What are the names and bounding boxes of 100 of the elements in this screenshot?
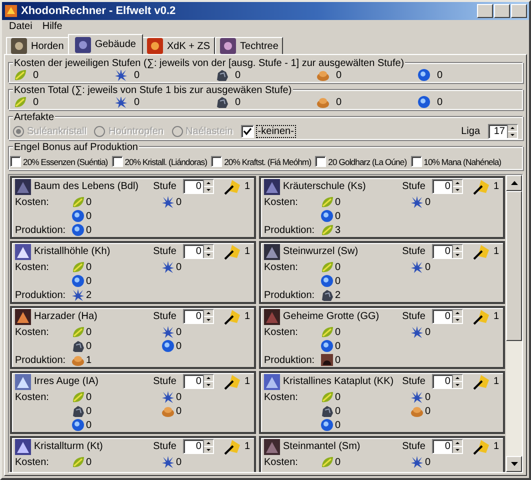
resource-value: 0 — [335, 354, 341, 366]
building-icon — [264, 374, 280, 390]
building-icon — [264, 178, 280, 194]
option-label: 20% Kraftst. (Fiá Meóhm) — [224, 156, 312, 166]
level-label: Stufe — [153, 376, 176, 387]
building-name: Kristallturm (Kt) — [34, 441, 104, 452]
resource-value: 0 — [335, 340, 341, 352]
checkbox[interactable] — [410, 156, 422, 167]
tab-icon — [11, 38, 27, 54]
crystal-icon — [161, 325, 175, 339]
tab[interactable]: XdK + ZS — [142, 37, 216, 54]
costs-label: Kosten: — [15, 456, 50, 468]
up-arrow-icon — [510, 180, 518, 186]
close-button[interactable] — [511, 4, 527, 18]
tool-icon — [472, 178, 490, 194]
orb-icon — [320, 274, 334, 288]
count-value: 1 — [244, 441, 250, 452]
crystal-icon — [114, 68, 128, 82]
count-value: 1 — [493, 376, 499, 387]
checkbox[interactable] — [10, 156, 21, 167]
building-name: Kristallines Kataplut (KK) — [283, 376, 395, 387]
resource-value: 0 — [86, 224, 92, 236]
nugget-icon — [316, 95, 330, 109]
resource-value: 2 — [86, 290, 92, 300]
production-label: Produktion: — [15, 354, 67, 366]
resource-value: 0 — [86, 340, 92, 352]
minimize-button[interactable] — [477, 4, 493, 18]
menu-item[interactable]: Hilfe — [37, 20, 68, 33]
crystal-icon — [161, 455, 175, 469]
tab-icon — [74, 36, 91, 52]
menu-item[interactable]: Datei — [4, 20, 38, 33]
orb-icon — [320, 418, 334, 432]
level-label: Stufe — [402, 181, 426, 192]
maximize-button[interactable] — [494, 4, 510, 18]
tab[interactable]: Techtree — [215, 37, 284, 54]
resource-value: 0 — [335, 392, 341, 402]
costs-label: Kosten: — [15, 392, 50, 402]
crystal-icon — [410, 455, 424, 469]
scroll-thumb[interactable] — [506, 191, 522, 341]
leaf-icon — [320, 325, 334, 339]
count-value: 1 — [493, 441, 499, 452]
resource-value: 0 — [86, 456, 92, 468]
resource-value: 0 — [335, 196, 341, 208]
down-arrow-icon — [510, 461, 518, 467]
nugget-icon — [161, 404, 175, 418]
resource-value: 0 — [335, 210, 341, 222]
tool-icon — [472, 438, 490, 454]
building-icon — [264, 308, 280, 324]
rock-icon — [71, 339, 85, 353]
resource-value: 0 — [235, 96, 241, 108]
checkbox[interactable] — [112, 156, 123, 167]
costs-label: Kosten: — [15, 196, 50, 208]
crystal-icon — [410, 260, 424, 274]
scroll-up-button[interactable] — [506, 175, 522, 191]
resource-value: 0 — [176, 392, 182, 402]
resource-value: 0 — [437, 96, 443, 108]
level-label: Stufe — [153, 246, 176, 257]
option-label: 20 Goldharz (La Oúne) — [328, 156, 407, 166]
resource-value: 0 — [336, 96, 342, 108]
checkbox[interactable] — [240, 124, 254, 138]
level-label: Stufe — [402, 311, 426, 322]
resource-value: 0 — [425, 196, 431, 208]
tool-icon — [223, 308, 242, 324]
building-icon — [264, 244, 280, 260]
tab[interactable]: Gebäude — [68, 34, 143, 54]
rock-icon — [71, 404, 85, 418]
costs-label: Kosten: — [264, 262, 299, 272]
cave-icon — [320, 353, 334, 367]
level-label: Stufe — [153, 181, 176, 192]
tab-icon — [146, 38, 163, 54]
tab[interactable]: Horden — [6, 37, 69, 54]
count-value: 1 — [244, 181, 250, 192]
orb-icon — [161, 339, 175, 353]
resource-value: 0 — [425, 392, 431, 402]
orb-icon — [71, 223, 85, 237]
orb-icon — [71, 274, 85, 288]
resource-value: 0 — [176, 262, 182, 272]
scroll-down-button[interactable] — [506, 456, 522, 472]
window-title: XhodonRechner - Elfwelt v0.2 — [21, 5, 177, 17]
resource-value: 0 — [86, 420, 92, 430]
building-name: Steinmantel (Sm) — [283, 441, 362, 452]
crystal-icon — [410, 390, 424, 404]
checkbox[interactable] — [211, 156, 222, 167]
option-label: 10% Mana (Nahénela) — [424, 156, 502, 166]
tool-icon — [472, 244, 490, 260]
leaf-icon — [13, 95, 27, 109]
group-title: Engel Bonus auf Produktion — [13, 141, 139, 154]
building-icon — [15, 374, 31, 390]
production-label: Produktion: — [264, 224, 316, 236]
resource-value: 0 — [335, 276, 341, 286]
tab-icon — [220, 38, 236, 54]
resource-value: 0 — [176, 456, 182, 468]
resource-value: 0 — [336, 70, 342, 80]
crystal-icon — [161, 195, 175, 209]
production-label: Produktion: — [15, 290, 67, 300]
resource-value: 0 — [134, 70, 140, 80]
level-label: Stufe — [153, 311, 176, 322]
building-icon — [15, 308, 31, 324]
checkbox[interactable] — [315, 156, 326, 167]
orb-icon — [320, 209, 334, 223]
